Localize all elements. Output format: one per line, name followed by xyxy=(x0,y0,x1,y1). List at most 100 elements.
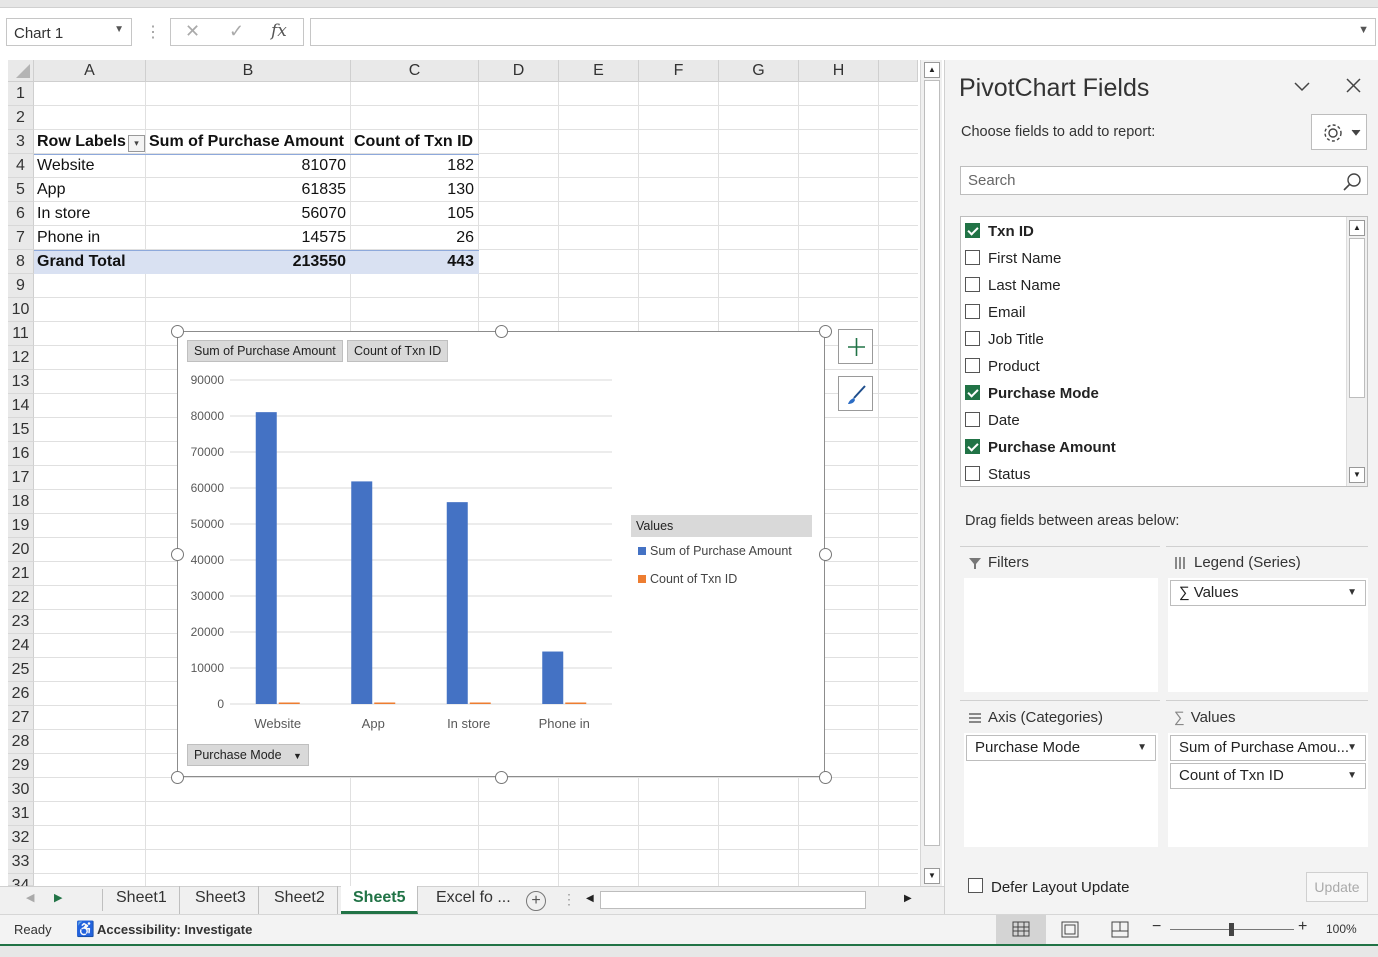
resize-handle-b[interactable] xyxy=(495,771,508,784)
name-box-dropdown-icon[interactable]: ▼ xyxy=(114,24,124,35)
new-sheet-icon[interactable]: + xyxy=(526,891,546,911)
column-header-partial[interactable] xyxy=(879,60,918,82)
resize-handle-l[interactable] xyxy=(171,548,184,561)
field-layout-button[interactable] xyxy=(1311,114,1367,150)
pivot-row-count[interactable]: 182 xyxy=(354,154,478,178)
column-header-e[interactable]: E xyxy=(559,60,639,82)
column-header-a[interactable]: A xyxy=(34,60,146,82)
legend-chip-values[interactable]: ∑ Values ▼ xyxy=(1170,580,1366,606)
field-checkbox[interactable] xyxy=(965,222,980,238)
row-header-18[interactable]: 18 xyxy=(8,490,34,514)
insert-function-icon[interactable]: fx xyxy=(271,21,287,41)
row-header-3[interactable]: 3 xyxy=(8,130,34,154)
field-item[interactable]: Date xyxy=(965,407,1345,434)
defer-checkbox[interactable] xyxy=(968,878,983,894)
tab-excel-fo[interactable]: Excel fo ... xyxy=(424,886,523,914)
field-item[interactable]: First Name xyxy=(965,245,1345,272)
row-header-11[interactable]: 11 xyxy=(8,322,34,346)
pivot-row-label[interactable]: Website xyxy=(37,154,145,178)
search-icon[interactable] xyxy=(1341,171,1363,193)
field-item[interactable]: Txn ID xyxy=(965,218,1345,245)
row-header-16[interactable]: 16 xyxy=(8,442,34,466)
tab-scroll-right-icon[interactable]: ▶ xyxy=(54,891,62,904)
column-header-b[interactable]: B xyxy=(146,60,351,82)
values-chip-sum[interactable]: Sum of Purchase Amou... ▼ xyxy=(1170,735,1366,761)
zoom-level[interactable]: 100% xyxy=(1326,922,1357,936)
row-header-15[interactable]: 15 xyxy=(8,418,34,442)
field-checkbox[interactable] xyxy=(965,276,980,292)
update-button[interactable]: Update xyxy=(1306,872,1368,902)
resize-handle-r[interactable] xyxy=(819,548,832,561)
vertical-scrollbar[interactable]: ▲ ▼ xyxy=(920,60,942,886)
pivot-row-count[interactable]: 26 xyxy=(354,226,478,250)
field-item[interactable]: Purchase Mode xyxy=(965,380,1345,407)
expand-formula-bar-icon[interactable]: ▼ xyxy=(1358,24,1369,36)
values-chip-count[interactable]: Count of Txn ID ▼ xyxy=(1170,763,1366,789)
grand-total-label[interactable]: Grand Total xyxy=(37,250,145,274)
pivot-row-sum[interactable]: 81070 xyxy=(149,154,350,178)
grand-total-count[interactable]: 443 xyxy=(354,250,478,274)
resize-handle-tr[interactable] xyxy=(819,325,832,338)
field-list[interactable]: Txn ID First Name Last Name Email Job Title P… xyxy=(960,216,1368,487)
row-header-29[interactable]: 29 xyxy=(8,754,34,778)
row-header-14[interactable]: 14 xyxy=(8,394,34,418)
pivot-row-sum[interactable]: 61835 xyxy=(149,178,350,202)
splitter-icon[interactable]: ⋮ xyxy=(562,891,576,908)
column-header-g[interactable]: G xyxy=(719,60,799,82)
tab-sheet3[interactable]: Sheet3 xyxy=(183,886,259,914)
zoom-slider-thumb[interactable] xyxy=(1229,923,1234,936)
row-header-25[interactable]: 25 xyxy=(8,658,34,682)
field-list-scroll-thumb[interactable] xyxy=(1349,238,1365,398)
pivot-row-label[interactable]: In store xyxy=(37,202,145,226)
row-header-5[interactable]: 5 xyxy=(8,178,34,202)
row-header-26[interactable]: 26 xyxy=(8,682,34,706)
resize-handle-bl[interactable] xyxy=(171,771,184,784)
field-list-scroll-down-icon[interactable]: ▼ xyxy=(1349,467,1365,483)
row-header-30[interactable]: 30 xyxy=(8,778,34,802)
row-header-24[interactable]: 24 xyxy=(8,634,34,658)
field-checkbox[interactable] xyxy=(965,384,980,400)
field-search-box[interactable]: Search xyxy=(960,166,1368,195)
row-header-7[interactable]: 7 xyxy=(8,226,34,250)
field-checkbox[interactable] xyxy=(965,303,980,319)
horizontal-scroll-thumb[interactable] xyxy=(600,891,866,909)
row-header-22[interactable]: 22 xyxy=(8,586,34,610)
row-header-9[interactable]: 9 xyxy=(8,274,34,298)
pivot-row-count[interactable]: 105 xyxy=(354,202,478,226)
row-header-23[interactable]: 23 xyxy=(8,610,34,634)
column-header-d[interactable]: D xyxy=(479,60,559,82)
grand-total-sum[interactable]: 213550 xyxy=(149,250,350,274)
scroll-right-icon[interactable]: ▶ xyxy=(904,893,912,904)
row-header-21[interactable]: 21 xyxy=(8,562,34,586)
count-header[interactable]: Count of Txn ID xyxy=(354,130,478,154)
field-item[interactable]: Last Name xyxy=(965,272,1345,299)
field-list-scrollbar[interactable]: ▲ ▼ xyxy=(1346,217,1367,486)
axis-drop-area[interactable]: Purchase Mode ▼ xyxy=(964,733,1158,847)
legend-drop-area[interactable]: ∑ Values ▼ xyxy=(1168,578,1368,692)
tab-sheet5[interactable]: Sheet5 xyxy=(341,886,419,914)
page-layout-view-button[interactable] xyxy=(1060,921,1080,942)
field-item[interactable]: Purchase Amount xyxy=(965,434,1345,461)
row-header-6[interactable]: 6 xyxy=(8,202,34,226)
row-header-12[interactable]: 12 xyxy=(8,346,34,370)
tab-sheet2[interactable]: Sheet2 xyxy=(262,886,338,914)
name-box[interactable]: Chart 1 ▼ xyxy=(6,18,132,46)
column-header-h[interactable]: H xyxy=(799,60,879,82)
row-header-4[interactable]: 4 xyxy=(8,154,34,178)
pivot-row-sum[interactable]: 14575 xyxy=(149,226,350,250)
defer-layout-update[interactable]: Defer Layout Update xyxy=(968,878,1129,897)
chart-elements-button[interactable] xyxy=(838,329,873,364)
row-header-8[interactable]: 8 xyxy=(8,250,34,274)
chart-styles-button[interactable] xyxy=(838,376,873,411)
select-all-button[interactable] xyxy=(8,60,34,82)
field-checkbox[interactable] xyxy=(965,465,980,481)
axis-chip-purchase-mode[interactable]: Purchase Mode ▼ xyxy=(966,735,1156,761)
row-header-20[interactable]: 20 xyxy=(8,538,34,562)
tab-sheet1[interactable]: Sheet1 xyxy=(104,886,180,914)
vertical-scroll-thumb[interactable] xyxy=(924,80,940,846)
column-header-f[interactable]: F xyxy=(639,60,719,82)
row-header-31[interactable]: 31 xyxy=(8,802,34,826)
resize-handle-t[interactable] xyxy=(495,325,508,338)
zoom-in-icon[interactable]: + xyxy=(1298,918,1307,936)
page-break-view-button[interactable] xyxy=(1110,921,1130,942)
